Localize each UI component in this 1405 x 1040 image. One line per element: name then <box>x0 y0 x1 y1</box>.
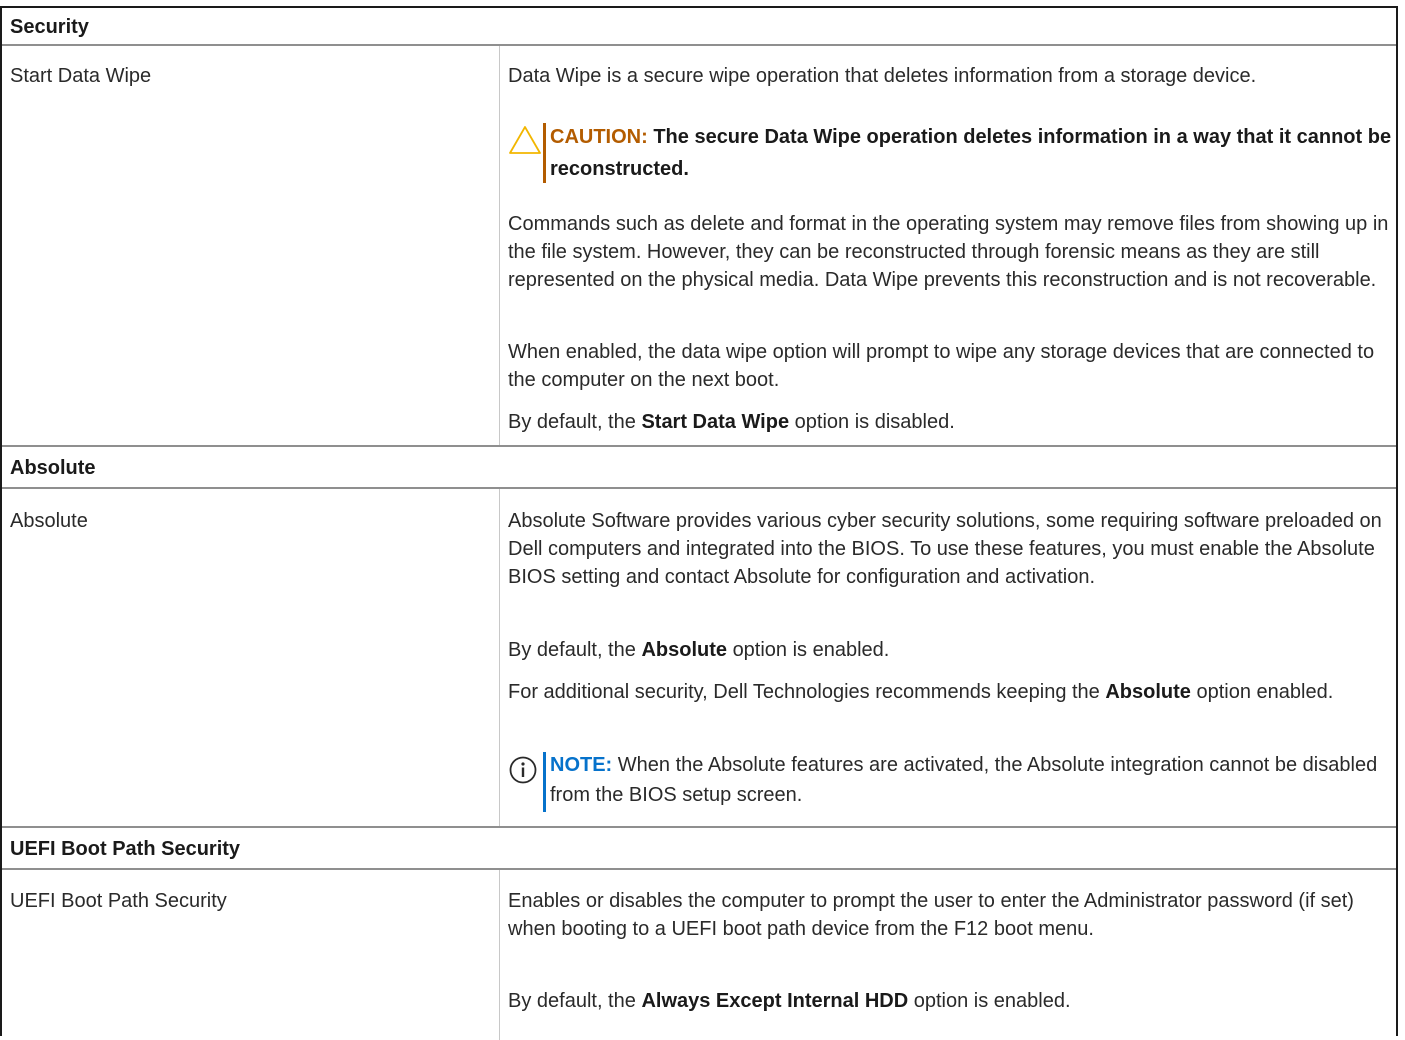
column-divider <box>499 870 500 1040</box>
recommendation-statement: For additional security, Dell Technologi… <box>508 681 1334 703</box>
caution-message: The secure Data Wipe operation deletes i… <box>550 126 1392 180</box>
warning-triangle-icon <box>508 125 542 161</box>
bios-settings-table: Security Start Data Wipe Data Wipe is a … <box>0 6 1398 1040</box>
note-label: NOTE: <box>550 754 613 776</box>
caution-label: CAUTION: <box>550 126 648 148</box>
description-paragraph: Absolute Software provides various cyber… <box>508 510 1382 588</box>
option-name: Absolute <box>641 639 727 661</box>
description-paragraph: Commands such as delete and format in th… <box>508 213 1389 291</box>
note-notice: NOTE: When the Absolute features are act… <box>508 750 1392 814</box>
section-header-absolute: Absolute <box>2 447 1396 489</box>
description-paragraph: Data Wipe is a secure wipe operation tha… <box>508 65 1257 87</box>
setting-name: Absolute <box>10 510 88 532</box>
section-header-uefi-boot-path-security: UEFI Boot Path Security <box>2 828 1396 870</box>
table-row-absolute: Absolute Absolute Software provides vari… <box>2 489 1396 828</box>
section-header-security: Security <box>2 8 1396 46</box>
default-statement: By default, the Start Data Wipe option i… <box>508 411 955 433</box>
table-row-start-data-wipe: Start Data Wipe Data Wipe is a secure wi… <box>2 46 1396 447</box>
column-divider <box>499 46 500 445</box>
caution-notice: CAUTION: The secure Data Wipe operation … <box>508 121 1392 187</box>
setting-name: Start Data Wipe <box>10 65 152 87</box>
caution-text: CAUTION: The secure Data Wipe operation … <box>550 121 1392 185</box>
note-text: NOTE: When the Absolute features are act… <box>550 750 1392 810</box>
note-bar <box>543 752 546 812</box>
note-message: When the Absolute features are activated… <box>550 754 1378 806</box>
section-title: Absolute <box>10 457 96 479</box>
section-title: Security <box>10 16 89 38</box>
option-name: Start Data Wipe <box>641 411 790 433</box>
table-row-uefi-boot-path-security: UEFI Boot Path Security Enables or disab… <box>2 870 1396 1040</box>
info-circle-icon <box>508 755 538 791</box>
description-paragraph: When enabled, the data wipe option will … <box>508 341 1375 391</box>
column-divider <box>499 489 500 826</box>
default-statement: By default, the Always Except Internal H… <box>508 990 1071 1012</box>
option-name: Always Except Internal HDD <box>641 990 909 1012</box>
option-name: Absolute <box>1105 681 1191 703</box>
setting-name: UEFI Boot Path Security <box>10 890 227 912</box>
description-paragraph: Enables or disables the computer to prom… <box>508 890 1354 940</box>
default-statement: By default, the Absolute option is enabl… <box>508 639 890 661</box>
caution-bar <box>543 123 546 183</box>
section-title: UEFI Boot Path Security <box>10 838 241 860</box>
